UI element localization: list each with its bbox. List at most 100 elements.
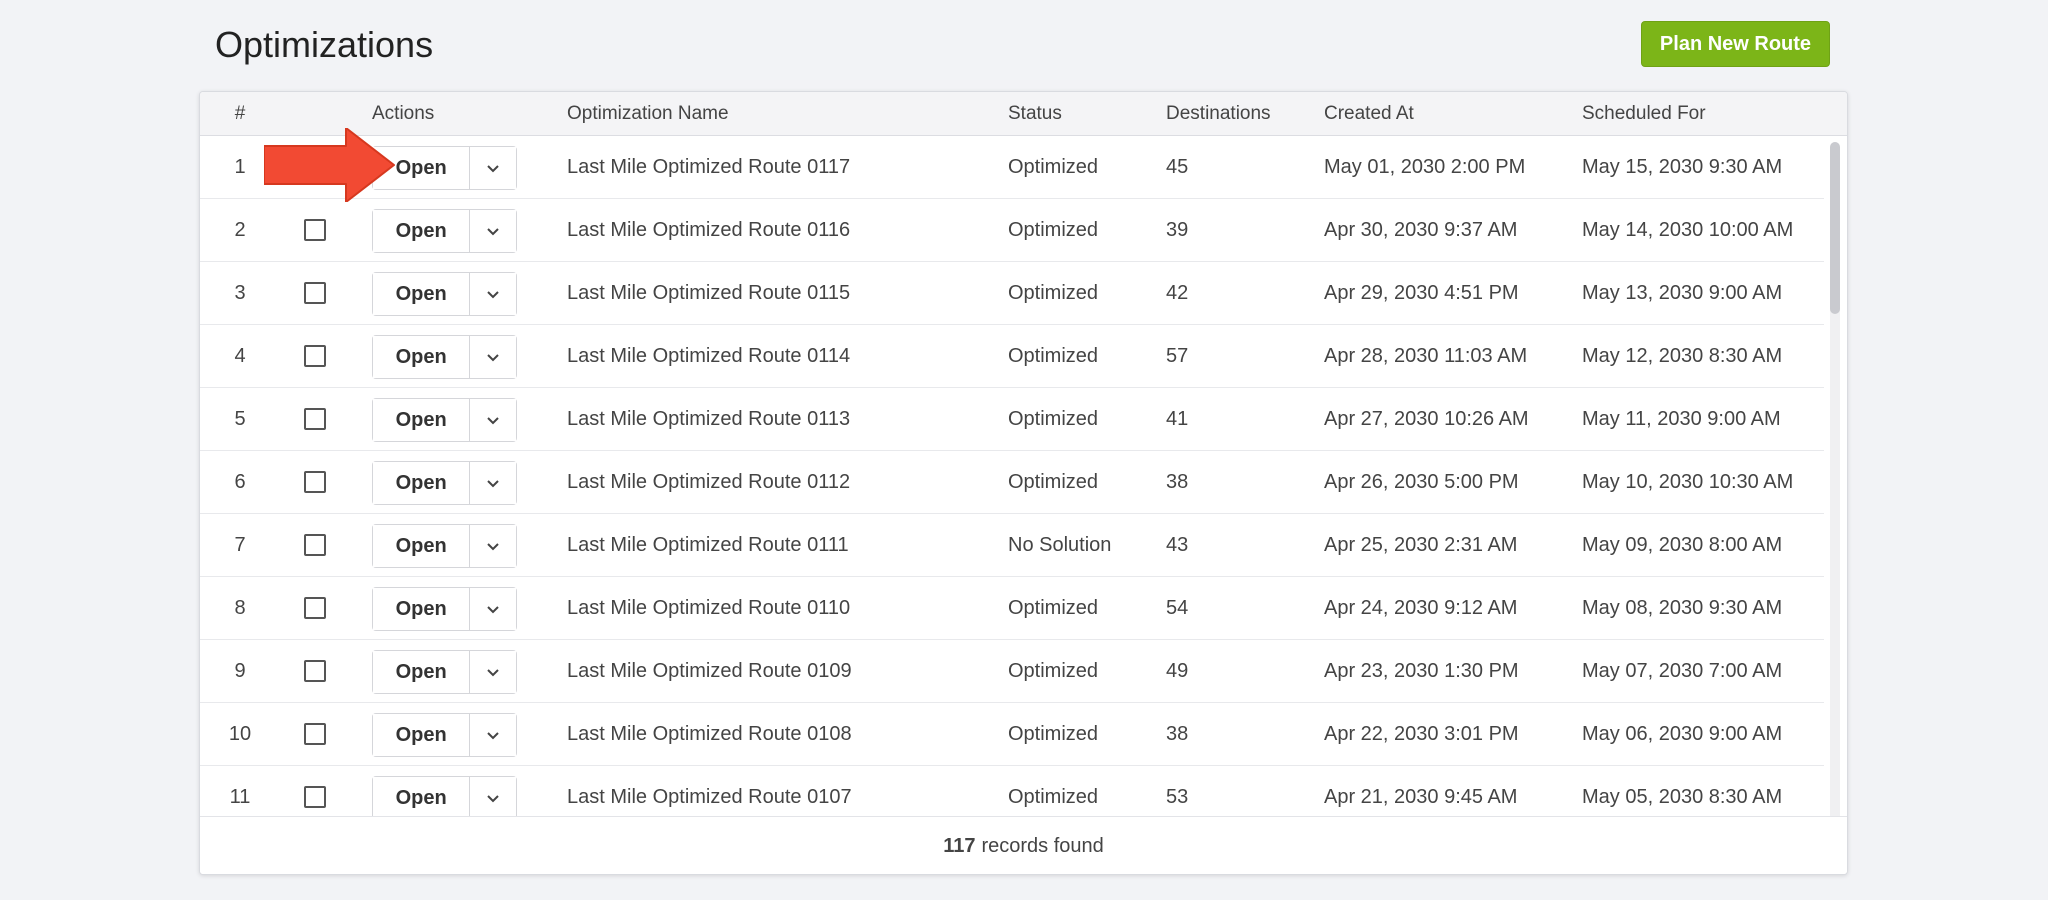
optimization-name[interactable]: Last Mile Optimized Route 0113	[567, 388, 850, 451]
chevron-down-icon	[487, 353, 499, 361]
optimization-name[interactable]: Last Mile Optimized Route 0116	[567, 199, 850, 262]
status: Optimized	[1008, 156, 1099, 178]
status: Optimized	[1008, 660, 1099, 682]
table-row: 10 Open Last Mile Optimized Route 0108 Opti…	[200, 703, 1824, 766]
scheduled-for: May 12, 2030 8:30 AM	[1582, 345, 1783, 367]
open-button[interactable]: Open	[373, 399, 471, 441]
actions-dropdown-button[interactable]	[470, 651, 516, 693]
row-number: 10	[228, 723, 252, 745]
open-button[interactable]: Open	[373, 651, 471, 693]
optimization-name[interactable]: Last Mile Optimized Route 0115	[567, 262, 850, 325]
created-at: Apr 30, 2030 9:37 AM	[1324, 219, 1518, 241]
status: Optimized	[1008, 408, 1099, 430]
status: Optimized	[1008, 597, 1099, 619]
scheduled-for: May 14, 2030 10:00 AM	[1582, 219, 1794, 241]
row-actions: Open	[372, 209, 517, 253]
open-button[interactable]: Open	[373, 588, 471, 630]
optimization-name[interactable]: Last Mile Optimized Route 0112	[567, 451, 850, 514]
open-button[interactable]: Open	[373, 462, 471, 504]
destinations-count: 41	[1166, 408, 1189, 430]
actions-dropdown-button[interactable]	[470, 777, 516, 819]
scrollbar-thumb[interactable]	[1830, 142, 1840, 314]
table-row: 7 Open Last Mile Optimized Route 0111 No So…	[200, 514, 1824, 577]
row-checkbox[interactable]	[304, 786, 326, 808]
chevron-down-icon	[487, 227, 499, 235]
actions-dropdown-button[interactable]	[470, 525, 516, 567]
row-checkbox[interactable]	[304, 597, 326, 619]
column-header-destinations[interactable]: Destinations	[1166, 92, 1271, 136]
table-row: 2 Open Last Mile Optimized Route 0116 Optim…	[200, 199, 1824, 262]
status: Optimized	[1008, 282, 1099, 304]
chevron-down-icon	[487, 731, 499, 739]
row-number: 6	[234, 471, 246, 493]
open-button[interactable]: Open	[373, 525, 471, 567]
table-body[interactable]: 1 Open Last Mile Optimized Route 0117 Optim…	[200, 136, 1824, 874]
status: Optimized	[1008, 345, 1099, 367]
destinations-count: 57	[1166, 345, 1189, 367]
open-button[interactable]: Open	[373, 210, 471, 252]
row-number: 5	[234, 408, 246, 430]
actions-dropdown-button[interactable]	[470, 714, 516, 756]
chevron-down-icon	[487, 290, 499, 298]
chevron-down-icon	[487, 164, 499, 172]
row-actions: Open	[372, 524, 517, 568]
chevron-down-icon	[487, 794, 499, 802]
row-actions: Open	[372, 335, 517, 379]
scheduled-for: May 11, 2030 9:00 AM	[1582, 408, 1781, 430]
records-found-label: records found	[981, 835, 1104, 857]
status: Optimized	[1008, 471, 1099, 493]
row-actions: Open	[372, 398, 517, 442]
row-checkbox[interactable]	[304, 723, 326, 745]
actions-dropdown-button[interactable]	[470, 336, 516, 378]
open-button[interactable]: Open	[373, 336, 471, 378]
optimization-name[interactable]: Last Mile Optimized Route 0110	[567, 577, 850, 640]
red-arrow-icon	[264, 128, 395, 202]
column-header-name[interactable]: Optimization Name	[567, 92, 729, 136]
open-button[interactable]: Open	[373, 273, 471, 315]
scheduled-for: May 10, 2030 10:30 AM	[1582, 471, 1794, 493]
optimization-name[interactable]: Last Mile Optimized Route 0108	[567, 703, 852, 766]
column-header-status[interactable]: Status	[1008, 92, 1062, 136]
plan-new-route-button[interactable]: Plan New Route	[1641, 21, 1830, 67]
row-actions: Open	[372, 272, 517, 316]
row-checkbox[interactable]	[304, 660, 326, 682]
row-actions: Open	[372, 587, 517, 631]
actions-dropdown-button[interactable]	[470, 462, 516, 504]
optimization-name[interactable]: Last Mile Optimized Route 0109	[567, 640, 852, 703]
row-checkbox[interactable]	[304, 219, 326, 241]
row-checkbox[interactable]	[304, 471, 326, 493]
optimization-name[interactable]: Last Mile Optimized Route 0111	[567, 514, 849, 577]
scheduled-for: May 13, 2030 9:00 AM	[1582, 282, 1783, 304]
row-checkbox[interactable]	[304, 534, 326, 556]
table-row: 3 Open Last Mile Optimized Route 0115 Optim…	[200, 262, 1824, 325]
page-title: Optimizations	[215, 24, 434, 65]
created-at: Apr 29, 2030 4:51 PM	[1324, 282, 1519, 304]
destinations-count: 42	[1166, 282, 1189, 304]
created-at: May 01, 2030 2:00 PM	[1324, 156, 1526, 178]
destinations-count: 38	[1166, 471, 1189, 493]
row-number: 4	[234, 345, 246, 367]
optimization-name[interactable]: Last Mile Optimized Route 0114	[567, 325, 850, 388]
row-checkbox[interactable]	[304, 408, 326, 430]
column-header-scheduled-for[interactable]: Scheduled For	[1582, 92, 1706, 136]
vertical-scrollbar[interactable]	[1830, 142, 1840, 874]
actions-dropdown-button[interactable]	[470, 147, 516, 189]
created-at: Apr 22, 2030 3:01 PM	[1324, 723, 1519, 745]
actions-dropdown-button[interactable]	[470, 588, 516, 630]
status: Optimized	[1008, 219, 1099, 241]
destinations-count: 38	[1166, 723, 1189, 745]
column-header-created-at[interactable]: Created At	[1324, 92, 1414, 136]
optimization-name[interactable]: Last Mile Optimized Route 0117	[567, 136, 850, 199]
row-actions: Open	[372, 776, 517, 820]
row-checkbox[interactable]	[304, 345, 326, 367]
chevron-down-icon	[487, 668, 499, 676]
open-button[interactable]: Open	[373, 777, 471, 819]
open-button[interactable]: Open	[373, 714, 471, 756]
row-checkbox[interactable]	[304, 282, 326, 304]
actions-dropdown-button[interactable]	[470, 273, 516, 315]
row-actions: Open	[372, 461, 517, 505]
page-header: Optimizations Plan New Route	[0, 0, 2048, 90]
actions-dropdown-button[interactable]	[470, 210, 516, 252]
row-number: 8	[234, 597, 246, 619]
actions-dropdown-button[interactable]	[470, 399, 516, 441]
